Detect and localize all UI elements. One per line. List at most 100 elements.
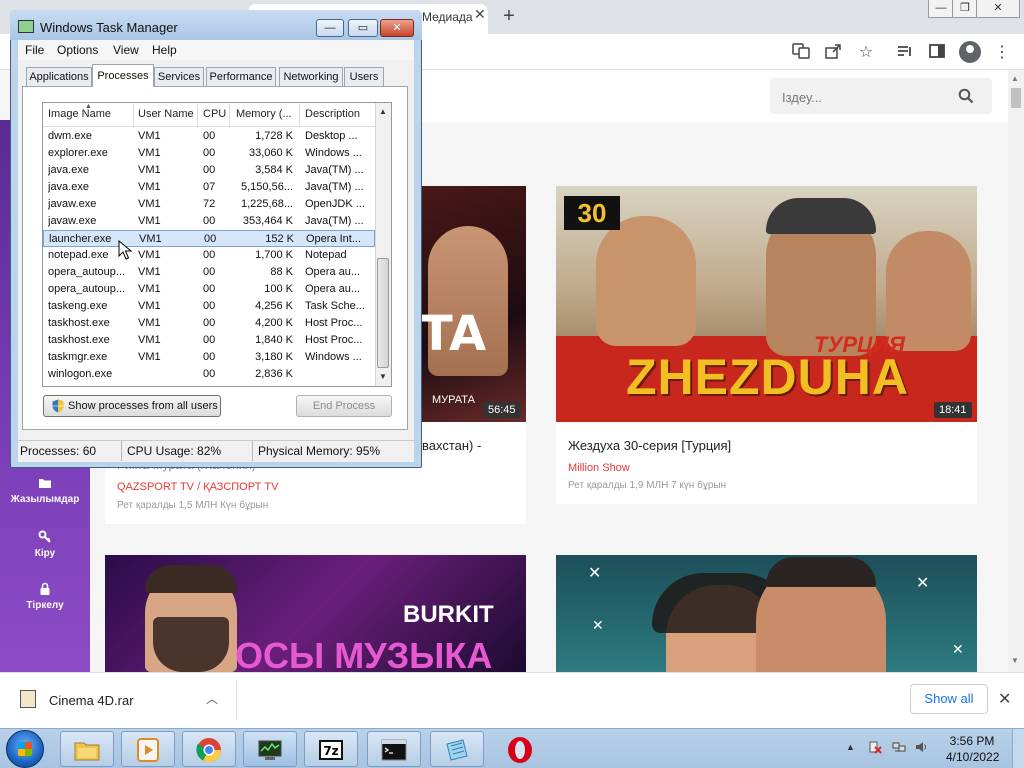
nav-subscriptions[interactable]: Жазылымдар <box>0 476 90 505</box>
process-row[interactable]: taskhost.exe VM1 00 4,200 K Host Proc... <box>43 315 375 332</box>
column-separator[interactable] <box>299 104 300 126</box>
process-user-name: VM1 <box>138 147 161 159</box>
process-user-name: VM1 <box>138 317 161 329</box>
taskbar-cmd[interactable] <box>367 731 421 767</box>
column-memory[interactable]: Memory (... <box>236 108 292 120</box>
taskbar-media-player[interactable] <box>121 731 175 767</box>
column-image-name[interactable]: Image Name <box>48 108 111 120</box>
process-row[interactable]: explorer.exe VM1 00 33,060 K Windows ... <box>43 145 375 162</box>
tab-performance[interactable]: Performance <box>206 67 276 86</box>
column-separator[interactable] <box>197 104 198 126</box>
volume-icon[interactable] <box>914 740 928 754</box>
rar-file-icon[interactable] <box>20 690 36 708</box>
tab-processes[interactable]: Processes <box>92 64 154 87</box>
show-desktop-button[interactable] <box>1012 729 1024 768</box>
process-row[interactable]: javaw.exe VM1 00 353,464 K Java(TM) ... <box>43 213 375 230</box>
tm-close-button[interactable]: ✕ <box>380 19 414 37</box>
action-center-icon[interactable] <box>868 740 882 754</box>
process-row[interactable]: taskmgr.exe VM1 00 3,180 K Windows ... <box>43 349 375 366</box>
process-row[interactable]: dwm.exe VM1 00 1,728 K Desktop ... <box>43 128 375 145</box>
profile-icon[interactable] <box>959 41 981 63</box>
taskbar-task-manager[interactable] <box>243 731 297 767</box>
scroll-down-icon[interactable]: ▼ <box>1011 656 1019 665</box>
clock-time[interactable]: 3:56 PM <box>946 734 998 748</box>
column-user-name[interactable]: User Name <box>138 108 194 120</box>
menu-file[interactable]: File <box>25 43 44 57</box>
tab-close-icon[interactable]: ✕ <box>474 6 490 26</box>
process-row[interactable]: launcher.exe VM1 00 152 K Opera Int... <box>43 230 375 247</box>
start-button[interactable] <box>6 730 44 768</box>
chevron-up-icon[interactable]: ︿ <box>206 690 218 707</box>
process-row[interactable]: javaw.exe VM1 72 1,225,68... OpenJDK ... <box>43 196 375 213</box>
show-all-processes-button[interactable]: Show processes from all users <box>43 395 221 417</box>
nav-login[interactable]: Кіру <box>0 530 90 559</box>
taskbar-opera[interactable] <box>493 731 547 767</box>
column-separator[interactable] <box>133 104 134 126</box>
download-file-name[interactable]: Cinema 4D.rar <box>49 693 134 708</box>
process-row[interactable]: java.exe VM1 07 5,150,56... Java(TM) ... <box>43 179 375 196</box>
taskbar-notepad[interactable] <box>430 731 484 767</box>
tm-maximize-button[interactable]: ▭ <box>348 19 378 37</box>
show-all-button[interactable]: Show all <box>910 684 988 714</box>
taskbar-explorer[interactable] <box>60 731 114 767</box>
tab-applications[interactable]: Applications <box>26 67 92 86</box>
taskbar-chrome[interactable] <box>182 731 236 767</box>
page-scroll-thumb[interactable] <box>1011 88 1021 108</box>
video-thumbnail[interactable]: BURKIT ОСЫ МУЗЫКА <box>105 555 526 672</box>
page-scrollbar[interactable] <box>1008 70 1024 672</box>
search-icon[interactable] <box>958 88 974 104</box>
nav-register[interactable]: Тіркелу <box>0 582 90 611</box>
window-close-button[interactable]: ✕ <box>976 0 1020 18</box>
network-icon[interactable] <box>892 740 906 754</box>
process-row[interactable]: taskeng.exe VM1 00 4,256 K Task Sche... <box>43 298 375 315</box>
column-cpu[interactable]: CPU <box>203 108 226 120</box>
process-image-name: opera_autoup... <box>48 283 126 295</box>
scroll-up-icon[interactable]: ▲ <box>379 107 387 116</box>
task-manager-icon <box>258 740 282 760</box>
process-row[interactable]: taskhost.exe VM1 00 1,840 K Host Proc... <box>43 332 375 349</box>
process-list-scroll-thumb[interactable] <box>377 258 389 368</box>
download-bar-close-icon[interactable]: ✕ <box>998 689 1011 709</box>
scroll-down-icon[interactable]: ▼ <box>379 372 387 381</box>
menu-options[interactable]: Options <box>57 43 98 57</box>
window-maximize-button[interactable]: ❐ <box>952 0 978 18</box>
process-image-name: javaw.exe <box>48 215 97 227</box>
translate-icon[interactable] <box>790 42 812 64</box>
side-panel-icon[interactable] <box>926 42 948 64</box>
process-row[interactable]: winlogon.exe 00 2,836 K <box>43 366 375 383</box>
column-description[interactable]: Description <box>305 108 360 120</box>
reading-list-icon[interactable] <box>894 42 916 64</box>
process-row[interactable]: opera_autoup... VM1 00 100 K Opera au... <box>43 281 375 298</box>
tm-minimize-button[interactable]: — <box>316 19 344 37</box>
column-separator[interactable] <box>229 104 230 126</box>
process-description: Windows ... <box>305 147 362 159</box>
window-minimize-button[interactable]: — <box>928 0 954 18</box>
menu-help[interactable]: Help <box>152 43 177 57</box>
video-thumbnail[interactable]: ✕ ✕ ✕ ✕ <box>556 555 977 672</box>
scroll-up-icon[interactable]: ▲ <box>1011 74 1019 83</box>
process-row[interactable]: notepad.exe VM1 00 1,700 K Notepad <box>43 247 375 264</box>
menu-view[interactable]: View <box>113 43 139 57</box>
tab-users[interactable]: Users <box>344 67 384 86</box>
video-thumbnail[interactable]: 30 ТУРЦИЯ ZHEZDUHA <box>556 186 977 422</box>
process-cpu: 00 <box>203 147 216 159</box>
video-title[interactable]: Жездуха 30-серия [Турция] <box>568 438 731 453</box>
header-divider <box>43 126 375 127</box>
share-icon[interactable] <box>822 42 844 64</box>
tab-networking[interactable]: Networking <box>279 67 343 86</box>
process-row[interactable]: opera_autoup... VM1 00 88 K Opera au... <box>43 264 375 281</box>
video-channel[interactable]: QAZSPORT TV / ҚАЗСПОРТ TV <box>117 481 278 493</box>
video-channel[interactable]: Million Show <box>568 462 630 474</box>
star-icon[interactable]: ☆ <box>855 42 877 64</box>
video-title[interactable]: вахстан) - <box>422 438 481 453</box>
process-image-name: javaw.exe <box>48 198 97 210</box>
video-thumbnail[interactable]: TA МУРАТА <box>420 186 526 422</box>
tab-services[interactable]: Services <box>154 67 204 86</box>
new-tab-button[interactable]: + <box>498 5 520 27</box>
more-icon[interactable]: ⋮ <box>991 42 1013 64</box>
tray-show-hidden-icon[interactable]: ▲ <box>846 742 855 752</box>
clock-date[interactable]: 4/10/2022 <box>946 750 999 764</box>
taskbar-7zip[interactable]: 7z <box>304 731 358 767</box>
process-row[interactable]: java.exe VM1 00 3,584 K Java(TM) ... <box>43 162 375 179</box>
end-process-button[interactable]: End Process <box>296 395 392 417</box>
